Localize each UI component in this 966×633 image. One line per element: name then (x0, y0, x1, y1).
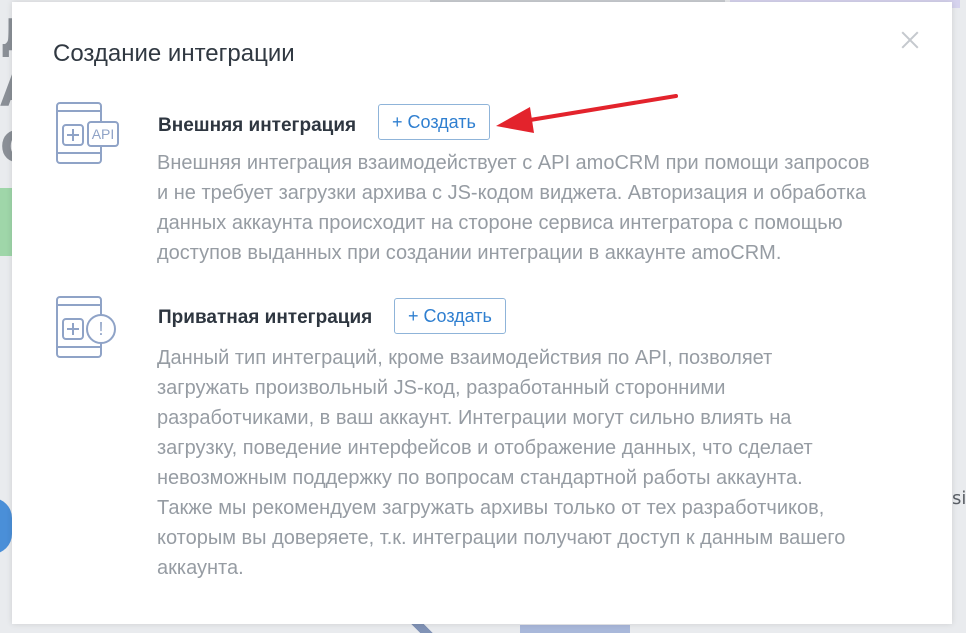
background-green-button (0, 188, 12, 256)
private-integration-icon: ! (56, 296, 116, 358)
close-icon[interactable] (898, 28, 922, 52)
section-description: Данный тип интеграций, кроме взаимодейст… (157, 343, 927, 583)
description-line: разработчиками, в ваш аккаунт. Интеграци… (157, 407, 792, 429)
api-integration-icon: API (56, 102, 119, 164)
warning-badge-text: ! (98, 319, 103, 339)
description-line: доступов выданных при создании интеграци… (157, 242, 782, 264)
background-blue-icon (0, 498, 12, 554)
api-badge-text: API (92, 126, 115, 142)
create-integration-modal: Создание интеграции API Внешняя интеграц… (12, 2, 952, 624)
section-heading: Внешняя интеграция (158, 115, 357, 136)
modal-title: Создание интеграции (53, 40, 295, 67)
description-line: и не требует загрузки архива с JS-кодом … (157, 182, 867, 204)
description-line: которым вы доверяете, т.к. интеграции по… (157, 527, 846, 549)
annotation-arrow-icon (496, 94, 678, 133)
background-bar (520, 625, 630, 633)
description-line: Также мы рекомендуем загружать архивы то… (157, 497, 825, 519)
description-line: Внешняя интеграция взаимодействует с API… (157, 152, 870, 174)
description-line: данных аккаунта происходит на стороне се… (157, 212, 843, 234)
create-external-integration-button[interactable]: + Создать (378, 104, 490, 140)
description-line: загрузку, поведение интерфейсов и отобра… (157, 437, 813, 459)
description-line: невозможным поддержку по вопросам станда… (157, 467, 803, 489)
description-line: Данный тип интеграций, кроме взаимодейст… (157, 347, 773, 369)
description-line: загружать произвольный JS-код, разработа… (157, 377, 726, 399)
section-heading: Приватная интеграция (158, 307, 373, 328)
background-text-fragment: si (952, 488, 966, 509)
description-line: аккаунта. (157, 557, 244, 579)
section-description: Внешняя интеграция взаимодействует с API… (157, 148, 927, 268)
create-private-integration-button[interactable]: + Создать (394, 298, 506, 334)
background-text-fragment: ДАС (0, 8, 12, 176)
